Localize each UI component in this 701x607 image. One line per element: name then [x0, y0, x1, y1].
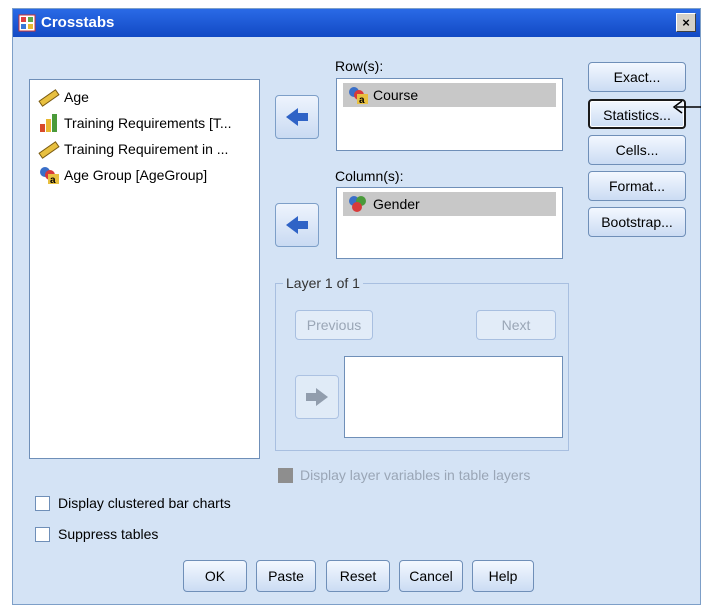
svg-text:a: a	[50, 175, 56, 185]
exact-button[interactable]: Exact...	[588, 62, 686, 92]
title-bar: Crosstabs ×	[13, 9, 700, 37]
list-item[interactable]: Training Requirements [T...	[38, 112, 232, 134]
cells-button[interactable]: Cells...	[588, 135, 686, 165]
rows-list[interactable]: a Course	[336, 78, 563, 151]
variable-label: Age Group [AgeGroup]	[64, 167, 208, 183]
move-to-layer-button[interactable]	[295, 375, 339, 419]
display-layer-label: Display layer variables in table layers	[300, 467, 531, 483]
rows-label: Row(s):	[335, 58, 384, 74]
next-button[interactable]: Next	[476, 310, 556, 340]
list-item[interactable]: Training Requirement in ...	[38, 138, 228, 160]
arrow-right-icon	[306, 388, 328, 406]
previous-button[interactable]: Previous	[295, 310, 373, 340]
list-item[interactable]: a Course	[343, 83, 556, 107]
column-variable-label: Gender	[373, 196, 420, 212]
nominal-string-icon: a	[40, 167, 59, 185]
arrow-left-icon	[286, 108, 308, 126]
nominal-string-icon: a	[349, 87, 368, 105]
ruler-scale-icon	[38, 141, 60, 159]
variable-label: Training Requirement in ...	[64, 141, 229, 157]
suppress-tables-label: Suppress tables	[58, 526, 159, 542]
bootstrap-button[interactable]: Bootstrap...	[588, 207, 686, 237]
help-button[interactable]: Help	[472, 560, 534, 592]
format-button[interactable]: Format...	[588, 171, 686, 201]
suppress-tables-checkbox[interactable]	[35, 527, 50, 542]
bar-chart-ordinal-icon	[40, 114, 57, 132]
close-button[interactable]: ×	[676, 13, 696, 32]
list-item[interactable]: Age	[38, 86, 89, 108]
paste-button[interactable]: Paste	[256, 560, 316, 592]
crosstabs-app-icon	[18, 14, 36, 32]
move-to-rows-button[interactable]	[275, 95, 319, 139]
layer-legend: Layer 1 of 1	[283, 275, 363, 291]
display-layer-checkbox[interactable]	[278, 468, 293, 483]
ok-button[interactable]: OK	[183, 560, 247, 592]
annotation-arrow-icon	[672, 100, 701, 114]
arrow-left-icon	[286, 216, 308, 234]
row-variable-label: Course	[373, 87, 419, 103]
variable-list[interactable]: Age Training Requirements [T... Training…	[29, 79, 260, 459]
clustered-bar-label: Display clustered bar charts	[58, 495, 231, 511]
list-item[interactable]: Gender	[343, 192, 556, 216]
layer-list[interactable]	[344, 356, 563, 438]
svg-text:a: a	[359, 95, 365, 105]
variable-label: Training Requirements [T...	[64, 115, 232, 131]
ruler-scale-icon	[38, 89, 60, 107]
variable-label: Age	[64, 89, 89, 105]
move-to-columns-button[interactable]	[275, 203, 319, 247]
cancel-button[interactable]: Cancel	[399, 560, 463, 592]
columns-list[interactable]: Gender	[336, 187, 563, 259]
window-title: Crosstabs	[41, 14, 115, 31]
reset-button[interactable]: Reset	[326, 560, 390, 592]
columns-label: Column(s):	[335, 168, 404, 184]
nominal-icon	[349, 196, 366, 212]
list-item[interactable]: a Age Group [AgeGroup]	[38, 164, 207, 186]
clustered-bar-checkbox[interactable]	[35, 496, 50, 511]
crosstabs-dialog: Crosstabs × Age Training Requirements [T…	[12, 8, 701, 605]
